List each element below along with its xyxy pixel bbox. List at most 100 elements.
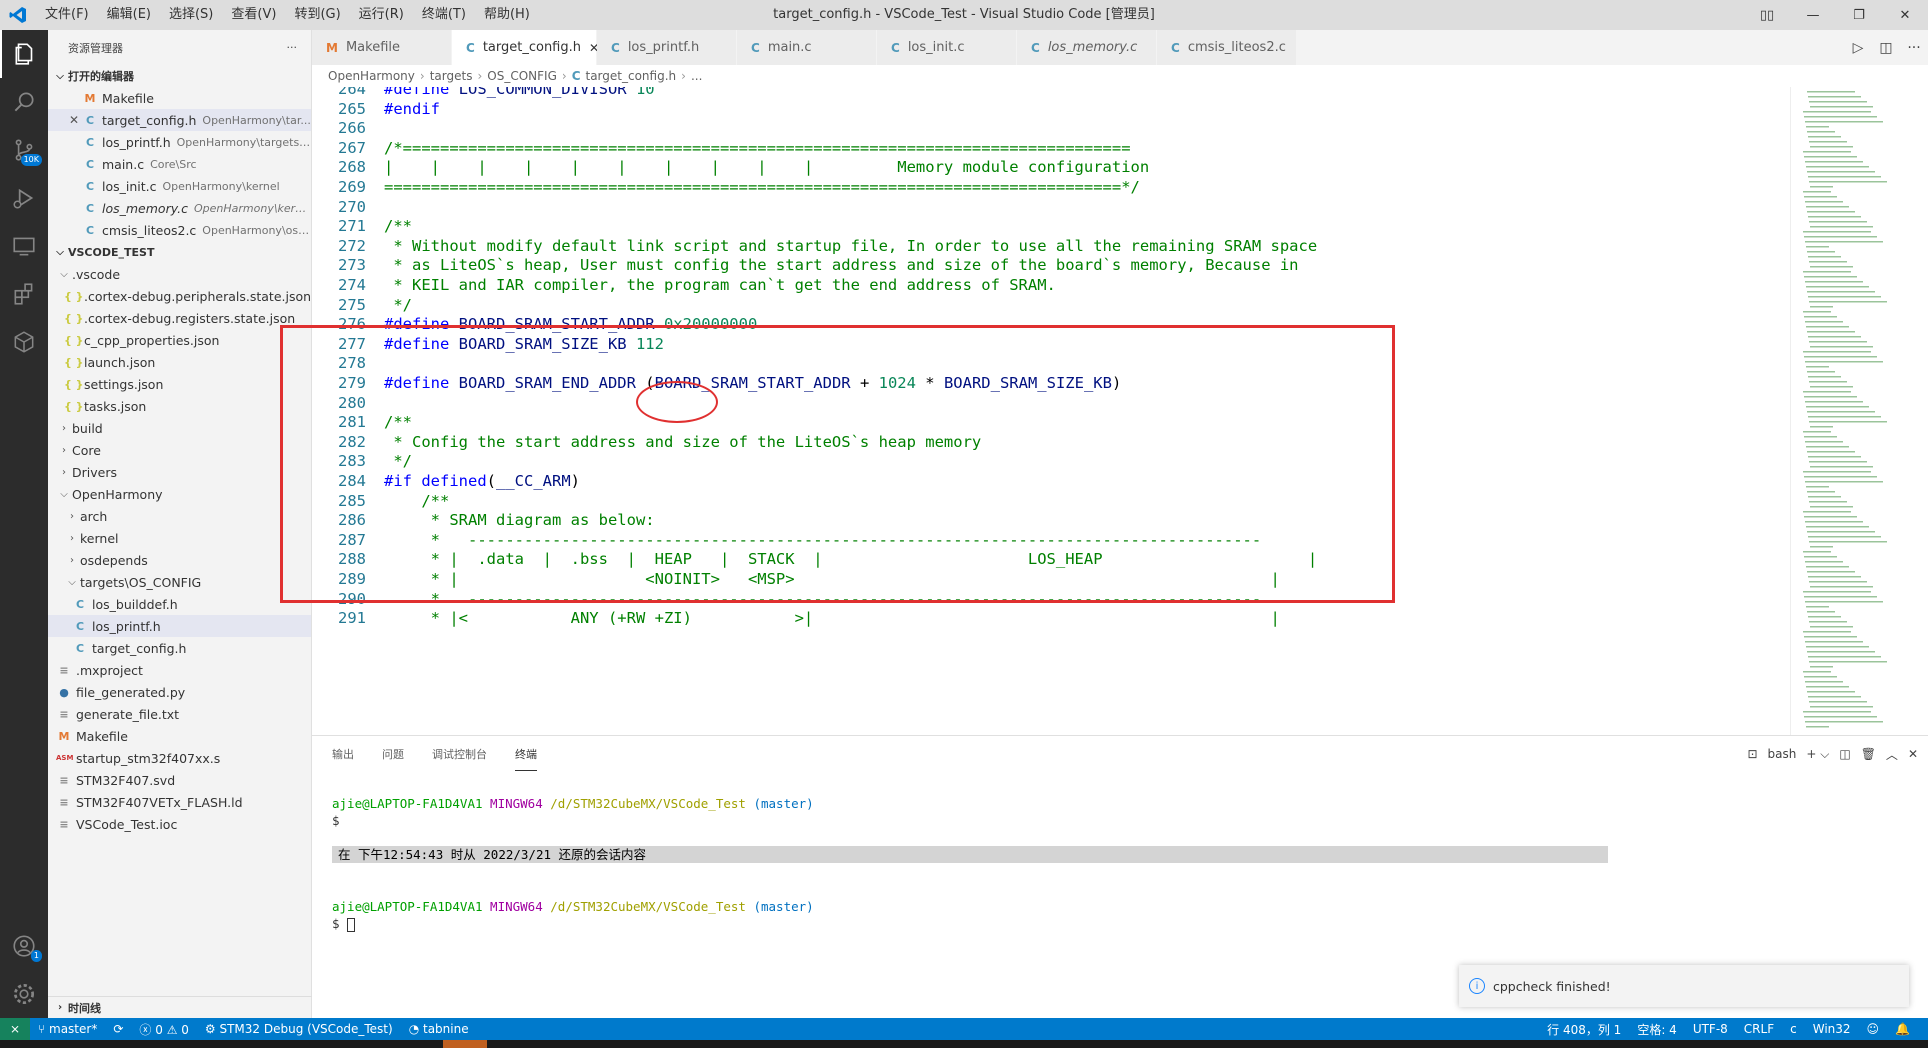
editor-tab[interactable]: Cmain.c [737,30,877,65]
editor-tab[interactable]: M Makefile [312,30,452,65]
tree-folder[interactable]: ⌵ OpenHarmony [48,483,311,505]
minimize-button[interactable]: — [1790,0,1836,30]
tree-file[interactable]: { } c_cpp_properties.json [48,329,311,351]
tree-folder[interactable]: ⌵ .vscode [48,263,311,285]
feedback-icon[interactable]: ☺ [1859,1022,1888,1036]
eol-status[interactable]: CRLF [1736,1022,1782,1036]
split-editor-icon[interactable]: ◫ [1872,40,1900,56]
editor-tab[interactable]: Clos_memory.c [1017,30,1157,65]
tree-file[interactable]: ≡ STM32F407VETx_FLASH.ld [48,791,311,813]
maximize-panel-icon[interactable]: ︿ [1886,746,1898,763]
platform-status[interactable]: Win32 [1805,1022,1859,1036]
tree-file[interactable]: ● file_generated.py [48,681,311,703]
tree-file[interactable]: ≡ VSCode_Test.ioc [48,813,311,835]
branch-status[interactable]: ⑂ master* [30,1022,105,1036]
tree-file[interactable]: { } tasks.json [48,395,311,417]
tree-folder[interactable]: › kernel [48,527,311,549]
tree-file[interactable]: Clos_builddef.h [48,593,311,615]
panel-tab[interactable]: 终端 [515,738,537,771]
breadcrumb-item[interactable]: OS_CONFIG [487,69,557,83]
source-control-icon[interactable]: 10K [0,126,48,174]
encoding-status[interactable]: UTF-8 [1685,1022,1736,1036]
tabnine-status[interactable]: ◔ tabnine [401,1022,477,1036]
minimap[interactable] [1790,87,1902,735]
tree-file[interactable]: { } settings.json [48,373,311,395]
tree-file[interactable]: { } launch.json [48,351,311,373]
close-panel-icon[interactable]: ✕ [1908,747,1918,761]
menu-item[interactable]: 终端(T) [413,0,475,30]
run-debug-icon[interactable] [0,174,48,222]
tree-file[interactable]: Clos_printf.h [48,615,311,637]
split-terminal-icon[interactable]: ◫ [1839,747,1850,761]
breadcrumb-item[interactable]: targets [430,69,473,83]
add-terminal-icon[interactable]: + ⌵ [1806,747,1829,762]
breadcrumb-item[interactable]: target_config.h [586,69,677,83]
menu-item[interactable]: 文件(F) [36,0,98,30]
tree-file[interactable]: Ctarget_config.h [48,637,311,659]
menu-item[interactable]: 帮助(H) [475,0,539,30]
tree-folder[interactable]: › build [48,417,311,439]
tree-folder[interactable]: › arch [48,505,311,527]
trash-icon[interactable]: 🗑 [1861,747,1876,761]
open-editor-item[interactable]: Clos_printf.h OpenHarmony\targets\... [48,131,311,153]
tree-file[interactable]: ASM startup_stm32f407xx.s [48,747,311,769]
tree-folder[interactable]: ⌵ targets\OS_CONFIG [48,571,311,593]
open-editors-header[interactable]: ⌵ 打开的编辑器 [48,65,311,87]
panel-tab[interactable]: 问题 [382,738,404,770]
more-actions-icon[interactable]: ··· [287,41,298,54]
remote-indicator-icon[interactable]: ⨯ [0,1018,30,1040]
restore-button[interactable]: ❐ [1836,0,1882,30]
cursor-position[interactable]: 行 408，列 1 [1539,1021,1629,1038]
tree-folder[interactable]: › Drivers [48,461,311,483]
run-icon[interactable]: ▷ [1844,40,1872,56]
panel-tab[interactable]: 调试控制台 [432,738,487,770]
problems-status[interactable]: ⓧ 0 ⚠ 0 [131,1021,197,1038]
tree-file[interactable]: ≡ .mxproject [48,659,311,681]
editor-tab[interactable]: Clos_init.c [877,30,1017,65]
notifications-bell-icon[interactable]: 🔔 [1887,1022,1918,1036]
close-icon[interactable]: ✕ [66,113,82,127]
tree-file[interactable]: M Makefile [48,725,311,747]
menu-item[interactable]: 选择(S) [160,0,222,30]
open-editor-item[interactable]: M Makefile [48,87,311,109]
sync-icon[interactable]: ⟳ [105,1022,131,1036]
tree-file[interactable]: { } .cortex-debug.peripherals.state.json [48,285,311,307]
language-status[interactable]: c [1782,1022,1805,1036]
tree-file[interactable]: ≡ STM32F407.svd [48,769,311,791]
open-editor-item[interactable]: ✕ Ctarget_config.h OpenHarmony\tar... [48,109,311,131]
open-editor-item[interactable]: Ccmsis_liteos2.c OpenHarmony\osd... [48,219,311,241]
editor-tab[interactable]: Ccmsis_liteos2.c [1157,30,1297,65]
breadcrumb-item[interactable]: ... [691,69,702,83]
editor-tab[interactable]: Clos_printf.h [597,30,737,65]
close-button[interactable]: ✕ [1882,0,1928,30]
tree-file[interactable]: { } .cortex-debug.registers.state.json [48,307,311,329]
extensions-icon[interactable] [0,270,48,318]
code-editor[interactable]: 264 #define LOS_COMMON_DIVISOR 10 265 #endi… [312,87,1792,735]
open-editor-item[interactable]: Clos_memory.c OpenHarmony\kerne... [48,197,311,219]
layout-icon[interactable]: ▯▯ [1744,0,1790,30]
menu-item[interactable]: 查看(V) [222,0,285,30]
settings-gear-icon[interactable] [0,970,48,1018]
tree-file[interactable]: ≡ generate_file.txt [48,703,311,725]
menu-item[interactable]: 运行(R) [350,0,413,30]
tree-folder[interactable]: › osdepends [48,549,311,571]
remote-explorer-icon[interactable] [0,222,48,270]
project-header[interactable]: ⌵ VSCODE_TEST [48,241,311,263]
notification-toast[interactable]: i cppcheck finished! [1459,965,1909,1007]
indentation-status[interactable]: 空格: 4 [1629,1021,1685,1038]
open-editor-item[interactable]: Cmain.c Core\Src [48,153,311,175]
explorer-icon[interactable] [0,30,48,78]
menu-item[interactable]: 编辑(E) [98,0,160,30]
debug-config-status[interactable]: ⚙ STM32 Debug (VSCode_Test) [197,1022,401,1036]
tree-folder[interactable]: › Core [48,439,311,461]
editor-tab[interactable]: Ctarget_config.h ✕ [452,30,599,65]
timeline-header[interactable]: › 时间线 [48,996,312,1018]
panel-tab[interactable]: 输出 [332,738,354,770]
search-icon[interactable] [0,78,48,126]
more-actions-icon[interactable]: ··· [1900,40,1928,56]
terminal-input-line[interactable]: $ [332,915,356,932]
open-editor-item[interactable]: Clos_init.c OpenHarmony\kernel [48,175,311,197]
breadcrumb-item[interactable]: OpenHarmony [328,69,415,83]
shell-name[interactable]: bash [1768,747,1797,761]
cube-extension-icon[interactable] [0,318,48,366]
